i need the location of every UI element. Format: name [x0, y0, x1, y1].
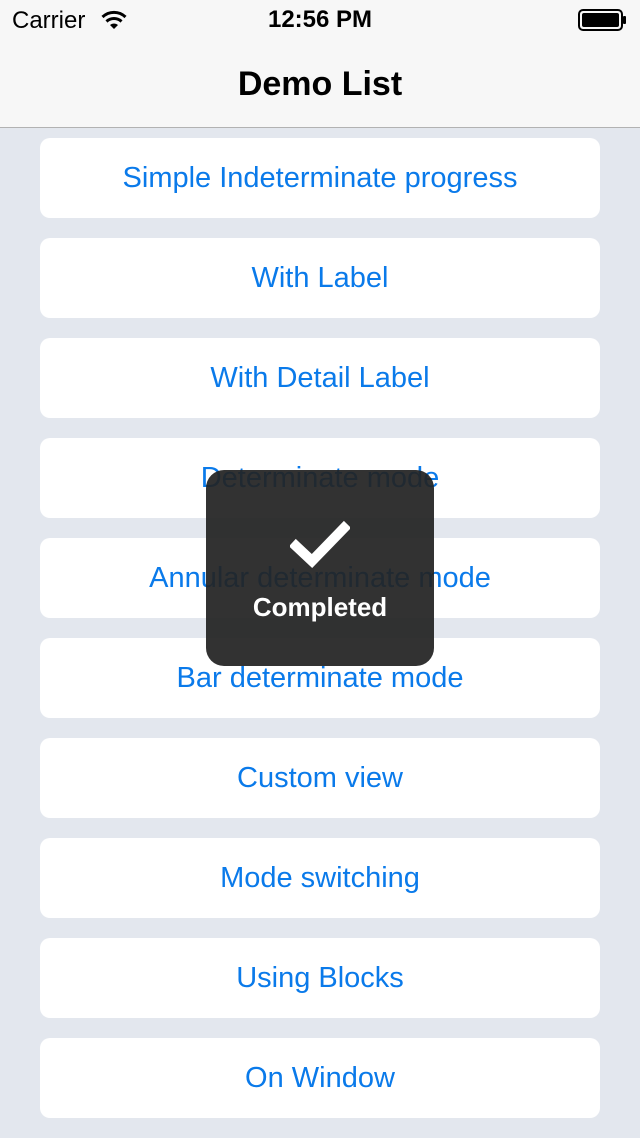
list-item-simple-indeterminate-progress[interactable]: Simple Indeterminate progress — [40, 138, 600, 218]
navigation-header: Carrier 12:56 PM Demo List — [0, 0, 640, 128]
progress-hud: Completed — [206, 470, 434, 666]
list-item-mode-switching[interactable]: Mode switching — [40, 838, 600, 918]
hud-label: Completed — [252, 592, 388, 622]
status-time: 12:56 PM — [267, 6, 373, 33]
list-item-with-label[interactable]: With Label — [40, 238, 600, 318]
list-item-on-window[interactable]: On Window — [40, 1038, 600, 1118]
list-item-with-detail-label[interactable]: With Detail Label — [40, 338, 600, 418]
status-bar: Carrier 12:56 PM — [0, 0, 640, 40]
list-item-custom-view[interactable]: Custom view — [40, 738, 600, 818]
list-item-using-blocks[interactable]: Using Blocks — [40, 938, 600, 1018]
page-title: Demo List — [237, 65, 403, 103]
checkmark-icon — [288, 520, 352, 569]
battery-icon — [578, 9, 628, 31]
